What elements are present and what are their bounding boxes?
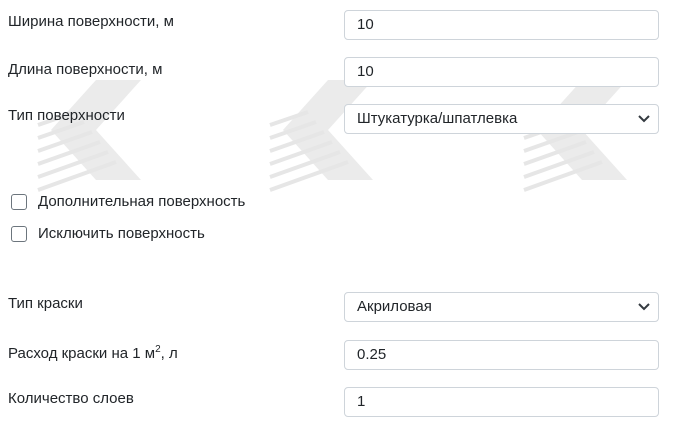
chevron-down-icon bbox=[638, 115, 650, 123]
watermark-logo bbox=[268, 70, 398, 210]
width-label: Ширина поверхности, м bbox=[8, 13, 174, 30]
paint-type-value: Акриловая bbox=[357, 298, 432, 315]
surface-type-label: Тип поверхности bbox=[8, 107, 125, 124]
surface-type-select[interactable]: Штукатурка/шпатлевка bbox=[344, 104, 659, 134]
consumption-label: Расход краски на 1 м2, л bbox=[8, 344, 178, 363]
layers-input[interactable]: 1 bbox=[344, 387, 659, 417]
surface-type-value: Штукатурка/шпатлевка bbox=[357, 110, 518, 127]
additional-surface-checkbox[interactable] bbox=[11, 194, 27, 210]
exclude-surface-label[interactable]: Исключить поверхность bbox=[38, 224, 205, 244]
layers-label: Количество слоев bbox=[8, 390, 134, 407]
watermark-logo bbox=[36, 70, 166, 210]
consumption-input[interactable]: 0.25 bbox=[344, 340, 659, 370]
paint-type-select[interactable]: Акриловая bbox=[344, 292, 659, 322]
watermark-logo bbox=[522, 70, 652, 210]
length-input[interactable]: 10 bbox=[344, 57, 659, 87]
length-label: Длина поверхности, м bbox=[8, 61, 163, 78]
additional-surface-label[interactable]: Дополнительная поверхность bbox=[38, 192, 245, 212]
exclude-surface-checkbox[interactable] bbox=[11, 226, 27, 242]
chevron-down-icon bbox=[638, 303, 650, 311]
width-input[interactable]: 10 bbox=[344, 10, 659, 40]
paint-type-label: Тип краски bbox=[8, 295, 83, 312]
